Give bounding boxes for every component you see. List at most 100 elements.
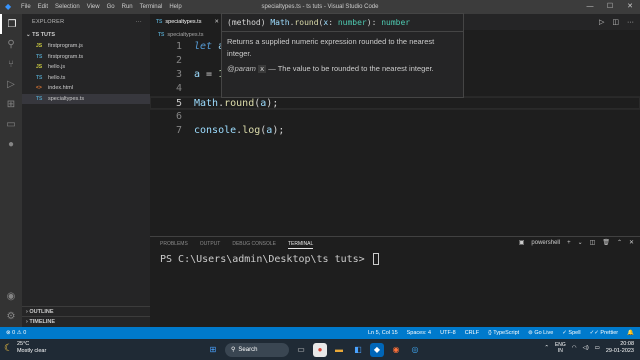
activity-bar: ❐ ⚲ ⑂ ▷ ⊞ ▭ ● ◉ ⚙ <box>0 14 22 327</box>
search-icon[interactable]: ⚲ <box>0 34 22 54</box>
manage-gear-icon[interactable]: ⚙ <box>0 306 22 326</box>
file-item-selected[interactable]: TS specialtypes.ts <box>22 93 150 104</box>
terminal-prompt: PS C:\Users\admin\Desktop\ts tuts> <box>160 254 371 265</box>
windows-start-icon[interactable]: ⊞ <box>206 343 220 357</box>
minimize-icon[interactable]: — <box>580 0 600 14</box>
chevron-down-icon[interactable]: ⌄ <box>578 239 583 246</box>
source-control-icon[interactable]: ⑂ <box>0 54 22 74</box>
current-code-line: 5 Math.round(a); <box>150 96 640 110</box>
ts-file-icon: TS <box>156 19 163 25</box>
tab-terminal[interactable]: TERMINAL <box>287 241 314 249</box>
ts-file-icon: TS <box>36 95 43 102</box>
github-icon[interactable]: ● <box>0 134 22 154</box>
go-live-button[interactable]: ⊚ Go Live <box>528 330 553 336</box>
menu-view[interactable]: View <box>87 4 100 10</box>
js-file-icon: JS <box>36 43 43 49</box>
html-file-icon: <> <box>36 85 42 91</box>
menu-help[interactable]: Help <box>169 4 181 10</box>
tab-specialtypes[interactable]: TS specialtypes.ts ✕ <box>150 14 225 30</box>
breadcrumb-file[interactable]: specialtypes.ts <box>167 32 203 38</box>
file-item[interactable]: JS hello.js <box>22 62 150 73</box>
close-tab-icon[interactable]: ✕ <box>214 19 219 25</box>
run-debug-icon[interactable]: ▷ <box>0 74 22 94</box>
tab-problems[interactable]: PROBLEMS <box>160 241 188 249</box>
folder-icon[interactable]: ▬ <box>332 343 346 357</box>
folder-ts-tuts[interactable]: ⌄ TS TUTS <box>22 30 150 41</box>
status-bar: ⊗ 0 ⚠ 0 Ln 5, Col 15 Spaces: 4 UTF-8 CRL… <box>0 327 640 339</box>
menu-run[interactable]: Run <box>122 4 133 10</box>
file-explorer-taskbar-icon[interactable]: ▭ <box>294 343 308 357</box>
firefox-icon[interactable]: ◉ <box>389 343 403 357</box>
line-endings[interactable]: CRLF <box>465 330 479 336</box>
prettier-status[interactable]: ✓✓ Prettier <box>590 330 618 336</box>
file-item[interactable]: TS hello.ts <box>22 73 150 84</box>
line-number: 6 <box>175 111 182 122</box>
file-item[interactable]: <> index.html <box>22 83 150 94</box>
remote-explorer-icon[interactable]: ▭ <box>0 114 22 134</box>
trash-icon[interactable]: 🗑 <box>602 239 610 246</box>
split-editor-icon[interactable]: ◫ <box>612 18 619 26</box>
moon-weather-icon: ☾ <box>4 342 13 354</box>
terminal-content[interactable]: PS C:\Users\admin\Desktop\ts tuts> <box>160 253 379 265</box>
file-item[interactable]: TS firstprogram.ts <box>22 52 150 63</box>
explorer-icon[interactable]: ❐ <box>0 14 22 34</box>
timeline-section[interactable]: › TIMELINE <box>22 316 150 327</box>
chevron-up-icon[interactable]: ⌃ <box>544 345 549 351</box>
ts-file-icon: TS <box>158 32 165 38</box>
menu-file[interactable]: File <box>21 4 31 10</box>
maximize-icon[interactable]: ☐ <box>600 0 620 14</box>
more-actions-icon[interactable]: ··· <box>627 19 634 26</box>
menu-edit[interactable]: Edit <box>38 4 48 10</box>
wifi-icon[interactable]: ◠ <box>572 345 577 351</box>
code-line: 7 console.log(a); <box>150 124 640 138</box>
new-terminal-icon[interactable]: + <box>567 240 571 246</box>
line-number: 3 <box>175 69 182 80</box>
file-item[interactable]: JS firstprogram.js <box>22 41 150 52</box>
encoding[interactable]: UTF-8 <box>440 330 456 336</box>
run-icon[interactable]: ▷ <box>599 18 604 26</box>
app-taskbar-icon[interactable]: ◎ <box>408 343 422 357</box>
method-signature: (method) Math.round(x: number): number <box>222 14 463 32</box>
menu-go[interactable]: Go <box>107 4 115 10</box>
battery-icon[interactable]: ▭ <box>595 345 600 351</box>
problems-status[interactable]: ⊗ 0 ⚠ 0 <box>6 330 26 336</box>
menu-selection[interactable]: Selection <box>55 4 80 10</box>
param-doc: @param x — The value to be rounded to th… <box>227 64 434 73</box>
indentation[interactable]: Spaces: 4 <box>407 330 431 336</box>
chevron-up-icon[interactable]: ⌃ <box>617 239 622 246</box>
clock[interactable]: 20:08 29-01-2023 <box>606 341 634 355</box>
terminal-cursor <box>372 253 379 265</box>
store-icon[interactable]: ◧ <box>351 343 365 357</box>
spell-status[interactable]: ✓ Spell <box>562 330 580 336</box>
ts-file-icon: TS <box>36 53 43 60</box>
vscode-taskbar-icon[interactable]: ◆ <box>370 342 384 357</box>
explorer-sidebar: EXPLORER ··· ⌄ TS TUTS JS firstprogram.js… <box>22 14 150 327</box>
menu-terminal[interactable]: Terminal <box>140 4 163 10</box>
volume-icon[interactable]: ◁) <box>583 345 589 351</box>
account-icon[interactable]: ◉ <box>0 286 22 306</box>
taskbar-search[interactable]: ⚲ Search <box>225 342 289 357</box>
language-indicator[interactable]: ENG IN <box>555 342 566 354</box>
more-actions-icon[interactable]: ··· <box>136 14 142 30</box>
terminal-icon: ▣ <box>518 240 525 246</box>
line-source: let a <box>194 41 224 52</box>
ts-file-icon: TS <box>36 74 43 81</box>
chrome-icon[interactable]: ● <box>313 342 327 357</box>
tab-output[interactable]: OUTPUT <box>200 241 221 249</box>
system-tray: ⌃ ENG IN ◠ ◁) ▭ 20:08 29-01-2023 <box>544 341 634 355</box>
cursor-position[interactable]: Ln 5, Col 15 <box>368 330 398 336</box>
language-mode[interactable]: {} TypeScript <box>488 330 519 336</box>
close-icon[interactable]: ✕ <box>620 0 640 14</box>
extensions-icon[interactable]: ⊞ <box>0 94 22 114</box>
close-panel-icon[interactable]: ✕ <box>629 239 634 246</box>
taskbar-apps: ⊞ ⚲ Search ▭ ● ▬ ◧ ◆ ◉ ◎ <box>206 341 422 358</box>
split-terminal-icon[interactable]: ◫ <box>590 239 596 246</box>
shell-name[interactable]: powershell <box>531 240 560 246</box>
terminal-panel: PROBLEMS OUTPUT DEBUG CONSOLE TERMINAL ▣… <box>150 236 640 327</box>
notifications-bell-icon[interactable]: 🔔 <box>627 330 634 336</box>
weather-widget[interactable]: ☾ 25°C Mostly clear <box>4 341 46 355</box>
line-number: 7 <box>175 125 182 136</box>
tab-debug-console[interactable]: DEBUG CONSOLE <box>232 241 276 249</box>
hover-tooltip: (method) Math.round(x: number): number R… <box>221 13 464 98</box>
js-file-icon: JS <box>36 64 43 70</box>
